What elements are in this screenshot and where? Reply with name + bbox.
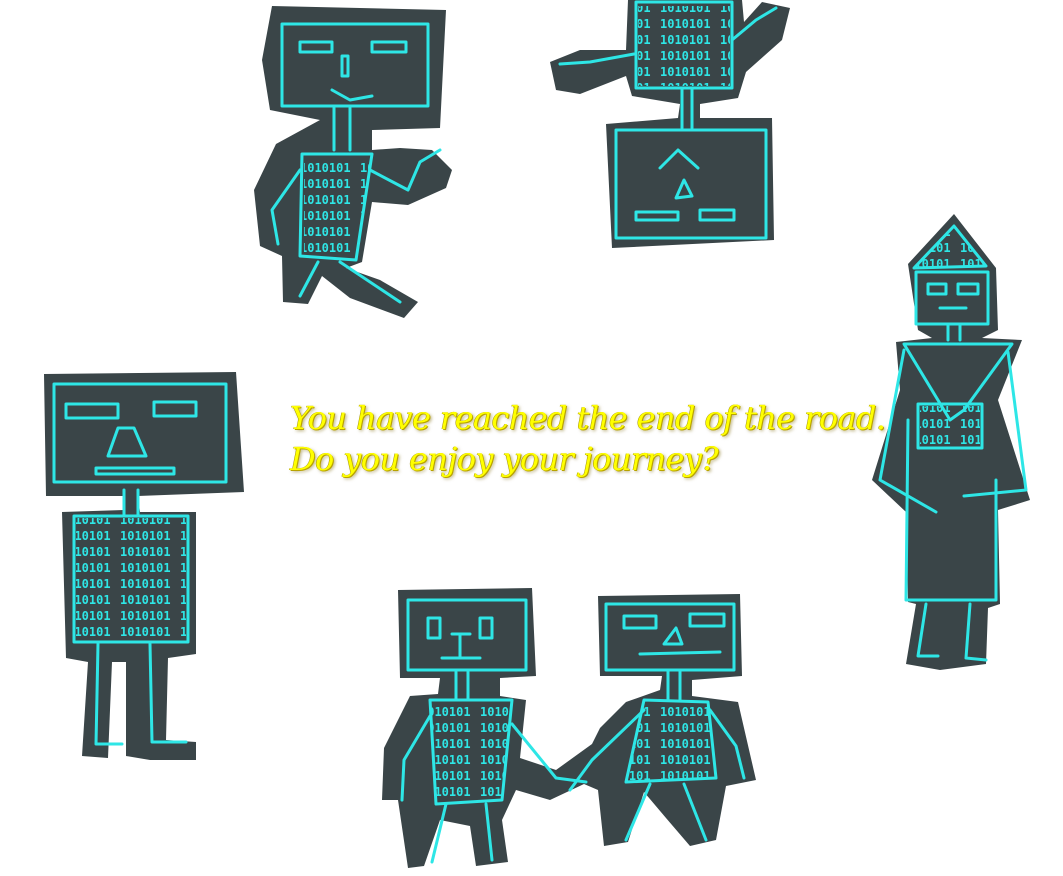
end-screen: 1010101	[0, 0, 1063, 872]
end-message-line-2: Do you enjoy your journey?	[290, 440, 719, 478]
box-robot	[550, 0, 790, 248]
hand-holding-robots	[382, 588, 756, 868]
end-message-line-1: You have reached the end of the road.	[290, 399, 886, 437]
tall-robot	[44, 372, 244, 760]
running-robot	[254, 6, 452, 318]
end-message: You have reached the end of the road. Do…	[290, 398, 890, 480]
robed-robot	[872, 214, 1030, 670]
